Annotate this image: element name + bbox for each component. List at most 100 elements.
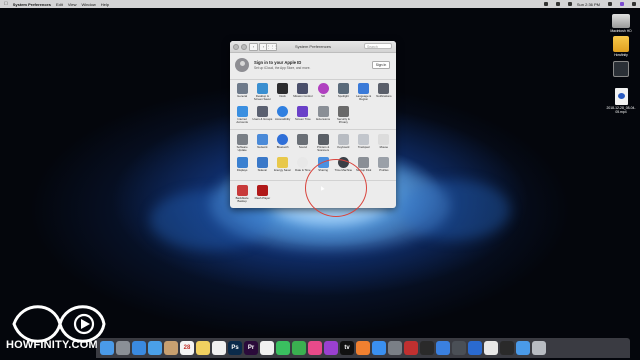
menu-clock[interactable]: Sun 2:36 PM (577, 2, 600, 7)
siri-icon[interactable] (620, 2, 624, 6)
pref-pane-item[interactable]: Users & Groups (252, 104, 272, 127)
spotlight-icon[interactable] (608, 2, 612, 6)
pref-pane-item[interactable]: Flash Player (252, 183, 272, 206)
dock-1password-icon[interactable] (468, 341, 482, 355)
startup-disk-icon (358, 157, 370, 168)
dock-notes-icon[interactable] (196, 341, 210, 355)
pref-pane-item[interactable]: Accessibility (273, 104, 293, 127)
dock-finder-icon[interactable] (100, 341, 114, 355)
volume-icon[interactable] (555, 2, 560, 6)
dock-trash-icon[interactable] (532, 341, 546, 355)
dock-launchpad-icon[interactable] (116, 341, 130, 355)
pref-pane-item[interactable]: Profiles (374, 155, 394, 178)
dock-app-store-icon[interactable] (372, 341, 386, 355)
dock-mail-icon[interactable] (148, 341, 162, 355)
dock-obs-icon[interactable] (500, 341, 514, 355)
pref-pane-item[interactable]: Dock (273, 81, 293, 104)
dock-contacts-icon[interactable] (164, 341, 178, 355)
pref-pane-label: Printers & Scanners (316, 145, 330, 153)
dock-messages-icon[interactable] (276, 341, 290, 355)
prefs-row-accounts: Internet Accounts Users & Groups Accessibi… (232, 104, 394, 127)
battery-icon[interactable] (567, 2, 572, 6)
pref-pane-item[interactable]: Mission Control (293, 81, 313, 104)
menu-view[interactable]: View (68, 2, 77, 7)
dock-photoshop-icon[interactable]: Ps (228, 341, 242, 355)
dock-books-icon[interactable] (356, 341, 370, 355)
pref-pane-item[interactable]: Sound (293, 132, 313, 155)
title-bar: ‹ › ⋮⋮⋮ System Preferences Search (230, 41, 396, 53)
dock-chrome-icon[interactable] (484, 341, 498, 355)
pref-pane-item[interactable]: Extensions (313, 104, 333, 127)
avatar (235, 58, 249, 72)
pref-pane-item[interactable]: Language & Region (354, 81, 374, 104)
pref-pane-item[interactable]: Displays (232, 155, 252, 178)
desktop-icon-time-machine-drive[interactable] (604, 61, 638, 82)
menu-window[interactable]: Window (82, 2, 96, 7)
pref-pane-item[interactable]: Bluetooth (273, 132, 293, 155)
pref-pane-item[interactable]: Energy Saver (273, 155, 293, 178)
pref-pane-label: Energy Saver (274, 168, 292, 172)
pref-pane-item[interactable]: Spotlight (333, 81, 353, 104)
dock-facetime-icon[interactable] (292, 341, 306, 355)
pref-pane-item[interactable]: Desktop & Screen Saver (252, 81, 272, 104)
pref-pane-label: Dock (279, 94, 286, 98)
apple-id-banner: Sign in to your Apple ID Set up iCloud, … (230, 53, 396, 80)
pref-pane-item[interactable]: Siri (313, 81, 333, 104)
dock-calendar-icon[interactable]: 28 (180, 341, 194, 355)
search-input[interactable]: Search (364, 43, 392, 49)
menu-edit[interactable]: Edit (56, 2, 63, 7)
wifi-icon[interactable] (543, 2, 548, 6)
menu-app-name[interactable]: System Preferences (13, 2, 51, 7)
internet-accounts-icon (236, 106, 248, 117)
highlight-circle (305, 159, 367, 217)
desktop-icon-label: Howfinity (614, 53, 628, 57)
menu-help[interactable]: Help (101, 2, 109, 7)
dock-reminders-icon[interactable] (212, 341, 226, 355)
pref-pane-item[interactable]: Software Update (232, 132, 252, 155)
dock-camera-app-icon[interactable] (452, 341, 466, 355)
folder-icon (613, 36, 629, 52)
dock-tv-icon[interactable]: tv (340, 341, 354, 355)
pref-pane-label: Software Update (236, 145, 248, 153)
dock-podcasts-icon[interactable] (324, 341, 338, 355)
notifications-icon[interactable] (632, 2, 636, 6)
dock-itunes-icon[interactable] (308, 341, 322, 355)
profiles-icon (378, 157, 390, 168)
pref-pane-item[interactable]: Keyboard (333, 132, 353, 155)
dock-terminal-icon[interactable] (420, 341, 434, 355)
desktop-icon-label (604, 78, 638, 82)
dock-photos-icon[interactable] (260, 341, 274, 355)
pref-pane-label: Spotlight (337, 94, 349, 98)
dock-keynote-icon[interactable] (436, 341, 450, 355)
pref-pane-label: Sound (298, 145, 307, 149)
pref-pane-item[interactable]: Backblaze Backup (232, 183, 252, 206)
pref-pane-label: Mission Control (293, 94, 313, 98)
pref-pane-item[interactable]: Screen Time (293, 104, 313, 127)
desktop-icon-howfinity[interactable]: Howfinity (604, 36, 638, 57)
dock-premiere-icon[interactable]: Pr (244, 341, 258, 355)
desktop-icon-macintosh-hd[interactable]: Macintosh HD (604, 14, 638, 33)
dock-system-preferences-icon[interactable] (388, 341, 402, 355)
apple-menu-icon[interactable]:  (4, 1, 8, 7)
pref-pane-label: Siri (321, 94, 326, 98)
pref-pane-item[interactable]: Printers & Scanners (313, 132, 333, 155)
pref-pane-item[interactable]: Notifications (374, 81, 394, 104)
pref-pane-item[interactable]: General (232, 81, 252, 104)
pref-pane-item[interactable]: Security & Privacy (333, 104, 353, 127)
desktop-icon-video-file[interactable]: 2018-12-28_08-04-05.mp4 (604, 88, 638, 114)
pref-pane-item[interactable]: Internet Accounts (232, 104, 252, 127)
pref-pane-label: Keyboard (337, 145, 350, 149)
pref-pane-item[interactable]: Mouse (374, 132, 394, 155)
pref-pane-label: Desktop & Screen Saver (253, 94, 271, 102)
wallpaper-cloud (400, 180, 510, 240)
pref-pane-label: Flash Player (254, 196, 271, 200)
dock-safari-icon[interactable] (132, 341, 146, 355)
pref-pane-label: Screen Time (295, 117, 311, 121)
pref-pane-item[interactable]: Sidecar (252, 155, 272, 178)
pref-pane-item[interactable]: Network (252, 132, 272, 155)
desktop-icon-label: Macintosh HD (610, 29, 632, 33)
sign-in-button[interactable]: Sign In (372, 61, 390, 69)
dock-screenflow-icon[interactable] (404, 341, 418, 355)
pref-pane-item[interactable]: Trackpad (354, 132, 374, 155)
dock-folder-icon[interactable] (516, 341, 530, 355)
